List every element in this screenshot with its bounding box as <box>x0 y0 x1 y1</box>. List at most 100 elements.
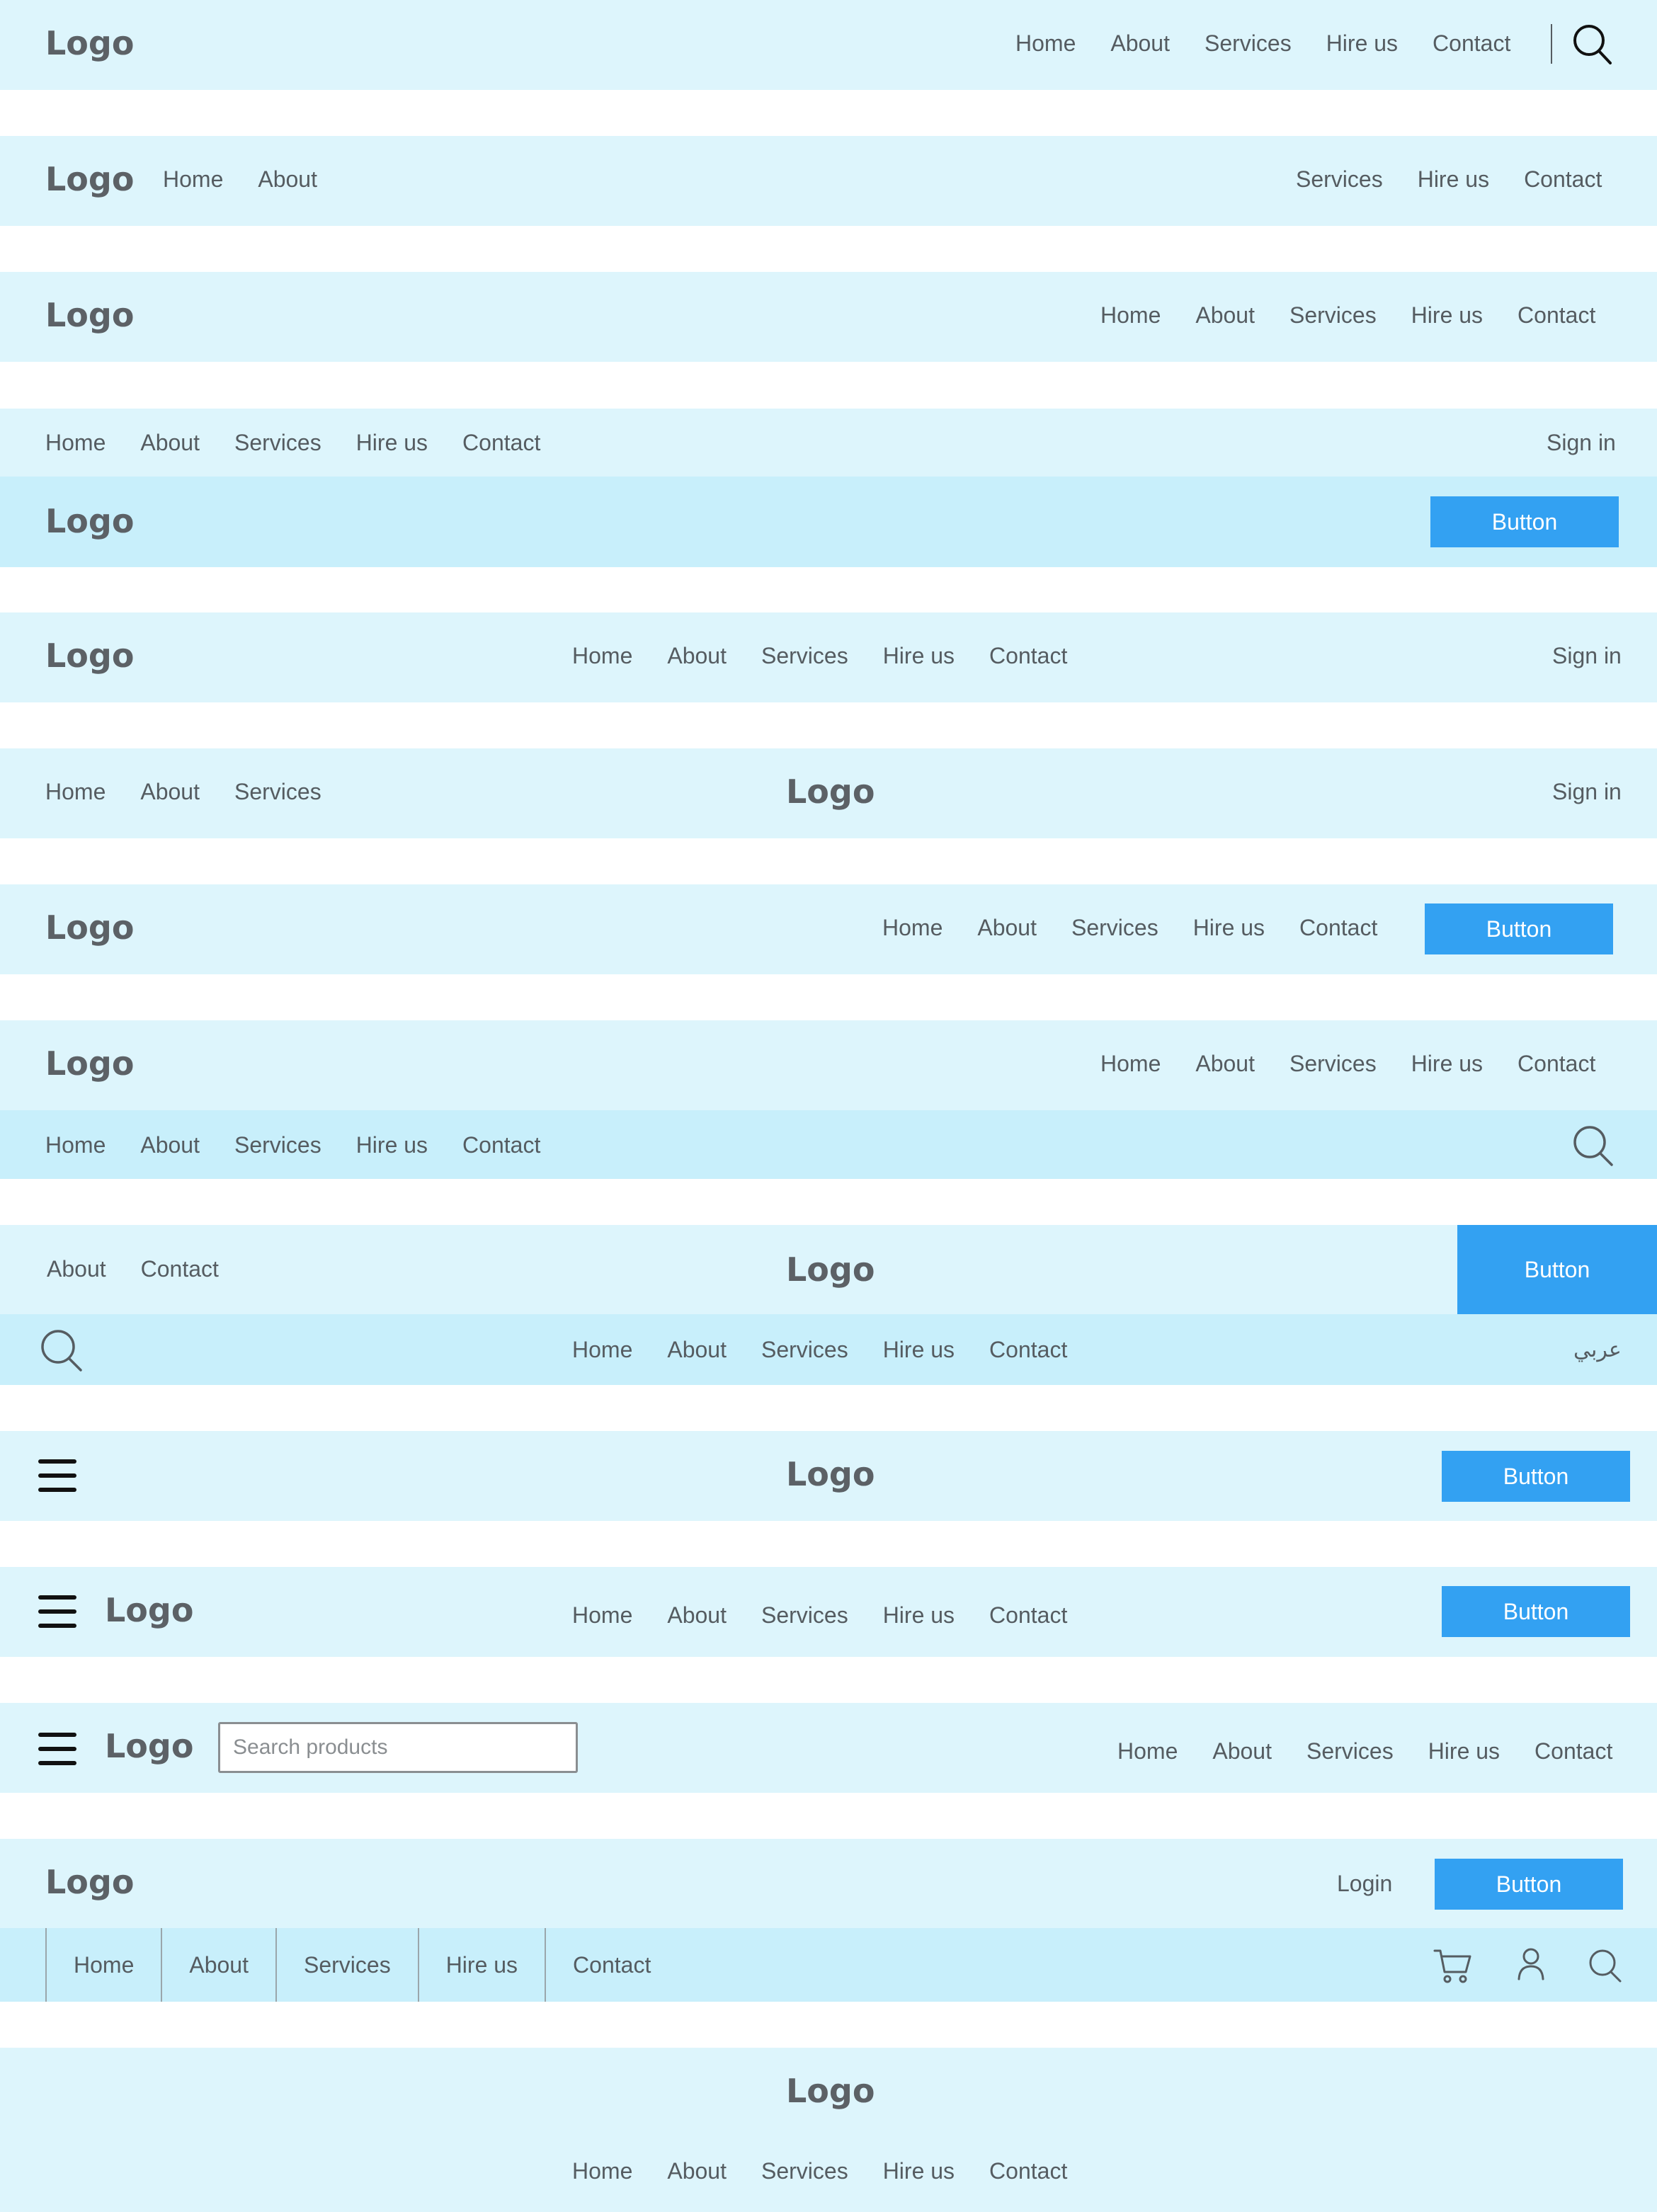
logo[interactable]: Logo <box>45 1866 134 1898</box>
search-icon[interactable] <box>1588 1948 1623 1983</box>
nav-about[interactable]: About <box>667 1338 727 1361</box>
logo[interactable]: Logo <box>45 1047 134 1080</box>
nav-about[interactable]: About <box>667 2160 727 2182</box>
sign-in-link[interactable]: Sign in <box>1552 780 1622 803</box>
sign-in-link[interactable]: Sign in <box>1552 644 1622 667</box>
cta-button[interactable]: Button <box>1442 1451 1630 1502</box>
nav-contact[interactable]: Contact <box>989 1338 1067 1361</box>
sign-in-link[interactable]: Sign in <box>1547 431 1616 454</box>
logo[interactable]: Logo <box>45 639 134 672</box>
nav-home[interactable]: Home <box>1117 1740 1178 1762</box>
search-icon[interactable] <box>1572 1124 1615 1167</box>
nav-services[interactable]: Services <box>1071 916 1158 939</box>
nav-services[interactable]: Services <box>761 1338 848 1361</box>
nav-contact[interactable]: Contact <box>1518 304 1595 326</box>
nav-services[interactable]: Services <box>234 1134 321 1156</box>
cta-button[interactable]: Button <box>1442 1586 1630 1637</box>
search-icon[interactable] <box>1572 23 1613 67</box>
nav-about[interactable]: About <box>1195 304 1255 326</box>
logo[interactable]: Logo <box>105 1730 193 1762</box>
nav-about[interactable]: About <box>140 1134 200 1156</box>
nav-home[interactable]: Home <box>572 2160 632 2182</box>
nav-contact[interactable]: Contact <box>462 1134 540 1156</box>
nav-services[interactable]: Services <box>1289 1052 1377 1075</box>
nav-hire-us[interactable]: Hire us <box>1193 916 1265 939</box>
search-input[interactable] <box>218 1722 578 1773</box>
nav-home[interactable]: Home <box>1015 32 1076 55</box>
nav-about[interactable]: About <box>667 1604 727 1626</box>
nav-services[interactable]: Services <box>1296 168 1383 190</box>
nav-about[interactable]: About <box>47 1258 106 1280</box>
nav-contact[interactable]: Contact <box>1433 32 1510 55</box>
nav-contact[interactable]: Contact <box>989 1604 1067 1626</box>
nav-services[interactable]: Services <box>1306 1740 1394 1762</box>
nav-hire-us[interactable]: Hire us <box>417 1928 545 2002</box>
nav-contact[interactable]: Contact <box>1534 1740 1612 1762</box>
cta-button[interactable]: Button <box>1425 903 1613 954</box>
nav-about[interactable]: About <box>140 431 200 454</box>
logo[interactable]: Logo <box>786 2075 875 2107</box>
nav-services[interactable]: Services <box>234 780 321 803</box>
nav-contact[interactable]: Contact <box>1299 916 1377 939</box>
nav-hire-us[interactable]: Hire us <box>356 431 428 454</box>
nav-about[interactable]: About <box>667 644 727 667</box>
hamburger-menu-icon[interactable] <box>38 1458 76 1493</box>
nav-hire-us[interactable]: Hire us <box>883 2160 955 2182</box>
logo[interactable]: Logo <box>45 299 134 331</box>
logo[interactable]: Logo <box>786 775 875 808</box>
nav-services[interactable]: Services <box>275 1928 418 2002</box>
nav-hire-us[interactable]: Hire us <box>356 1134 428 1156</box>
logo[interactable]: Logo <box>45 911 134 944</box>
cta-button[interactable]: Button <box>1430 496 1619 547</box>
nav-about[interactable]: About <box>258 168 317 190</box>
language-switch[interactable]: عربي <box>1573 1340 1622 1361</box>
nav-about[interactable]: About <box>977 916 1037 939</box>
nav-hire-us[interactable]: Hire us <box>1411 304 1483 326</box>
nav-about[interactable]: About <box>1110 32 1170 55</box>
nav-home[interactable]: Home <box>45 1134 106 1156</box>
nav-contact[interactable]: Contact <box>545 1928 678 2002</box>
nav-home[interactable]: Home <box>572 1338 632 1361</box>
logo[interactable]: Logo <box>45 163 134 195</box>
nav-hire-us[interactable]: Hire us <box>1418 168 1489 190</box>
nav-home[interactable]: Home <box>45 431 106 454</box>
nav-services[interactable]: Services <box>234 431 321 454</box>
login-link[interactable]: Login <box>1337 1872 1392 1895</box>
nav-hire-us[interactable]: Hire us <box>883 644 955 667</box>
nav-hire-us[interactable]: Hire us <box>883 1604 955 1626</box>
nav-home[interactable]: Home <box>882 916 943 939</box>
nav-contact[interactable]: Contact <box>141 1258 219 1280</box>
logo[interactable]: Logo <box>45 505 134 537</box>
nav-hire-us[interactable]: Hire us <box>1428 1740 1500 1762</box>
hamburger-menu-icon[interactable] <box>38 1594 76 1629</box>
nav-contact[interactable]: Contact <box>989 644 1067 667</box>
nav-about[interactable]: About <box>140 780 200 803</box>
logo[interactable]: Logo <box>786 1253 875 1286</box>
nav-contact[interactable]: Contact <box>462 431 540 454</box>
nav-services[interactable]: Services <box>1289 304 1377 326</box>
nav-about[interactable]: About <box>161 1928 275 2002</box>
nav-contact[interactable]: Contact <box>1524 168 1602 190</box>
nav-contact[interactable]: Contact <box>989 2160 1067 2182</box>
nav-about[interactable]: About <box>1212 1740 1272 1762</box>
nav-hire-us[interactable]: Hire us <box>1326 32 1398 55</box>
cart-icon[interactable] <box>1433 1948 1473 1985</box>
nav-home[interactable]: Home <box>45 780 106 803</box>
search-icon[interactable] <box>40 1328 84 1372</box>
logo[interactable]: Logo <box>786 1458 875 1490</box>
nav-services[interactable]: Services <box>761 2160 848 2182</box>
cta-button[interactable]: Button <box>1457 1225 1657 1314</box>
nav-home[interactable]: Home <box>1100 304 1161 326</box>
nav-hire-us[interactable]: Hire us <box>883 1338 955 1361</box>
nav-contact[interactable]: Contact <box>1518 1052 1595 1075</box>
nav-home[interactable]: Home <box>572 1604 632 1626</box>
user-icon[interactable] <box>1517 1946 1545 1982</box>
logo[interactable]: Logo <box>45 27 134 59</box>
cta-button[interactable]: Button <box>1435 1859 1623 1910</box>
nav-services[interactable]: Services <box>761 1604 848 1626</box>
nav-home[interactable]: Home <box>45 1928 161 2002</box>
nav-hire-us[interactable]: Hire us <box>1411 1052 1483 1075</box>
logo[interactable]: Logo <box>105 1594 193 1626</box>
nav-home[interactable]: Home <box>163 168 223 190</box>
hamburger-menu-icon[interactable] <box>38 1731 76 1767</box>
